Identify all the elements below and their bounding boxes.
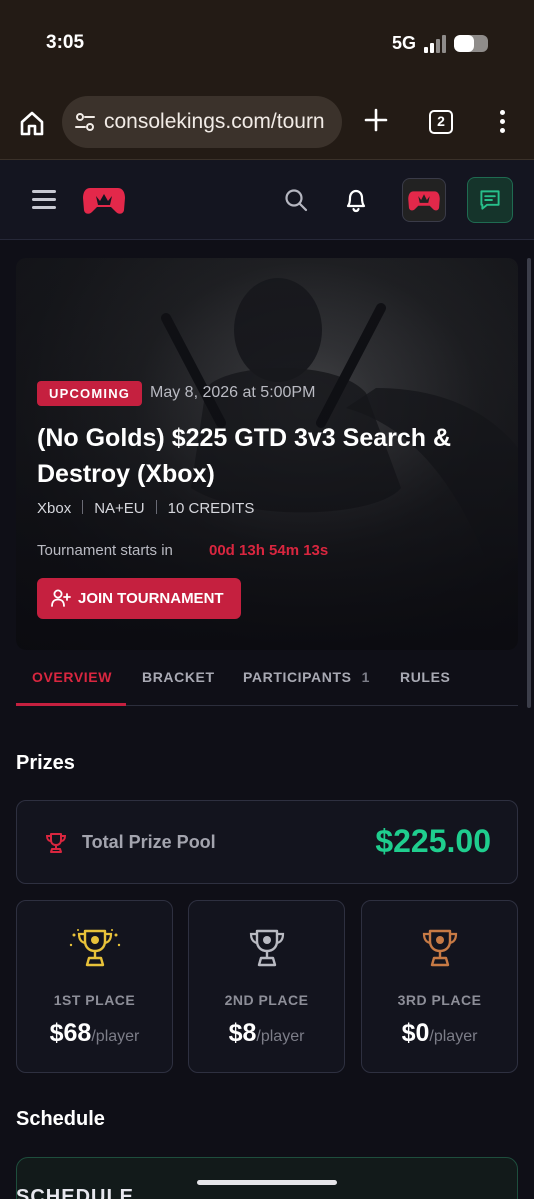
status-badge: UPCOMING: [37, 381, 143, 406]
network-type: 5G: [392, 33, 417, 53]
entry-fee-label: 10 CREDITS: [167, 500, 255, 517]
hamburger-icon[interactable]: [32, 190, 56, 210]
bell-icon[interactable]: [342, 186, 370, 214]
first-place-value: $68: [49, 1019, 92, 1047]
active-tab-indicator: [16, 703, 126, 706]
countdown-label: Tournament starts in: [37, 542, 173, 559]
site-header: [0, 160, 534, 240]
participants-count: 1: [361, 669, 370, 685]
first-place-label: 1ST PLACE: [53, 992, 136, 1008]
third-place-card: 3RD PLACE $0/player: [361, 900, 518, 1073]
first-place-card: 1ST PLACE $68/player: [16, 900, 173, 1073]
tab-switcher-button[interactable]: 2: [429, 110, 453, 134]
join-tournament-label: JOIN TOURNAMENT: [78, 590, 224, 607]
add-user-icon: [51, 589, 71, 607]
search-icon[interactable]: [284, 188, 308, 212]
prizes-heading: Prizes: [16, 752, 75, 774]
avatar[interactable]: [402, 178, 446, 222]
third-place-value: $0: [401, 1019, 430, 1047]
silver-trophy-icon: [249, 929, 284, 967]
total-prize-pool-card: Total Prize Pool $225.00: [16, 800, 518, 884]
battery-icon: [454, 35, 488, 52]
per-player-unit: /player: [429, 1028, 478, 1045]
url-text: consolekings.com/tourn: [104, 110, 325, 133]
chat-icon: [480, 190, 500, 210]
join-tournament-button[interactable]: JOIN TOURNAMENT: [37, 578, 241, 619]
consolekings-logo[interactable]: [82, 184, 126, 216]
home-icon[interactable]: [18, 110, 46, 138]
scrollbar[interactable]: [527, 258, 531, 708]
per-player-unit: /player: [256, 1028, 305, 1045]
tournament-meta: Xbox NA+EU 10 CREDITS: [37, 500, 254, 517]
gold-trophy-icon: [69, 929, 120, 967]
region-label: NA+EU: [94, 500, 145, 517]
second-place-value: $8: [228, 1019, 257, 1047]
avatar-logo-icon: [408, 191, 440, 211]
menu-dots-icon[interactable]: [496, 108, 508, 136]
status-time: 3:05: [46, 32, 85, 53]
countdown-timer: 00d 13h 54m 13s: [209, 542, 329, 559]
url-bar[interactable]: consolekings.com/tourn: [62, 96, 342, 148]
tournament-date: May 8, 2026 at 5:00PM: [150, 384, 316, 401]
tournament-tabs: OVERVIEW BRACKET PARTICIPANTS 1 RULES: [16, 650, 518, 706]
per-player-unit: /player: [91, 1028, 140, 1045]
tab-overview[interactable]: OVERVIEW: [32, 669, 112, 685]
home-indicator[interactable]: [197, 1180, 337, 1185]
second-place-card: 2ND PLACE $8/player: [188, 900, 345, 1073]
chat-button[interactable]: [467, 177, 513, 223]
divider: [155, 500, 157, 514]
trophy-icon: [45, 833, 67, 853]
second-place-amount: $8/player: [189, 1019, 344, 1048]
plus-icon[interactable]: [364, 108, 388, 132]
tab-bracket[interactable]: BRACKET: [142, 669, 215, 685]
second-place-label: 2ND PLACE: [224, 992, 309, 1008]
tournament-hero: UPCOMING May 8, 2026 at 5:00PM (No Golds…: [16, 258, 518, 650]
total-prize-pool-value: $225.00: [375, 823, 491, 859]
schedule-heading: Schedule: [16, 1108, 105, 1130]
status-bar: 3:05 5G: [0, 0, 534, 88]
bronze-trophy-icon: [422, 929, 457, 967]
signal-icon: [424, 35, 448, 53]
total-prize-pool-label: Total Prize Pool: [82, 832, 216, 852]
tab-participants-label: PARTICIPANTS: [243, 669, 352, 685]
platform-label: Xbox: [37, 500, 72, 517]
tab-participants[interactable]: PARTICIPANTS 1: [243, 669, 370, 685]
third-place-label: 3RD PLACE: [397, 992, 482, 1008]
schedule-card-title: SCHEDULE: [16, 1186, 135, 1199]
site-settings-icon[interactable]: [74, 111, 96, 133]
first-place-amount: $68/player: [17, 1019, 172, 1048]
browser-toolbar: consolekings.com/tourn 2: [0, 88, 534, 160]
third-place-amount: $0/player: [362, 1019, 517, 1048]
tournament-title: (No Golds) $225 GTD 3v3 Search & Destroy…: [37, 424, 452, 488]
tab-rules[interactable]: RULES: [400, 669, 450, 685]
divider: [82, 500, 84, 514]
